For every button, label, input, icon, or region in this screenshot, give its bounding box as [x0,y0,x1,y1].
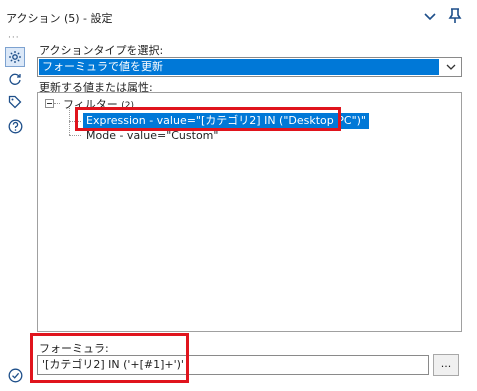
dropdown-arrow[interactable] [444,60,458,74]
vertical-scrollbar[interactable] [469,34,477,391]
attribute-tree[interactable]: フィルター (2) Expression - value="[カテゴリ2] IN… [37,92,462,332]
validate-button[interactable] [5,365,25,385]
settings-tab[interactable] [5,47,25,67]
formula-browse-button[interactable]: ... [433,354,459,376]
gear-icon [9,51,21,63]
formula-label: フォーミュラ: [39,342,109,355]
tree-node-filter[interactable]: フィルター (2) [63,96,134,112]
action-type-select[interactable]: フォーミュラで値を更新 [37,57,462,77]
action-type-selected: フォーミュラで値を更新 [39,59,439,75]
help-icon [8,119,22,133]
tree-node-filter-label: フィルター [63,98,118,111]
tree-item-mode[interactable]: Mode - value="Custom" [86,129,218,142]
collapse-button[interactable] [421,8,439,26]
tree-item-expression[interactable]: Expression - value="[カテゴリ2] IN ("Desktop… [83,113,369,129]
chevron-down-icon [424,13,436,21]
refresh-tab[interactable] [5,69,25,89]
more-dots-icon: ··· [8,33,20,43]
tree-node-filter-count: (2) [121,101,135,111]
tree-connector [69,121,81,122]
window-title: アクション (5) - 設定 [6,12,113,25]
tag-tab[interactable] [5,92,25,112]
refresh-icon [9,73,21,85]
help-tab[interactable] [5,116,25,136]
tree-connector [54,103,60,104]
formula-input[interactable]: '[カテゴリ2] IN ('+[#1]+')' [37,355,429,375]
tree-connector [69,135,81,136]
chevron-down-icon [446,64,456,70]
title-bar: アクション (5) - 設定 [0,0,477,34]
check-icon [8,368,22,382]
tree-expander-filter[interactable] [45,99,54,108]
action-type-label: アクションタイプを選択: [39,44,164,57]
pin-icon [448,8,462,23]
tag-icon [8,95,22,109]
pin-button[interactable] [446,7,464,25]
